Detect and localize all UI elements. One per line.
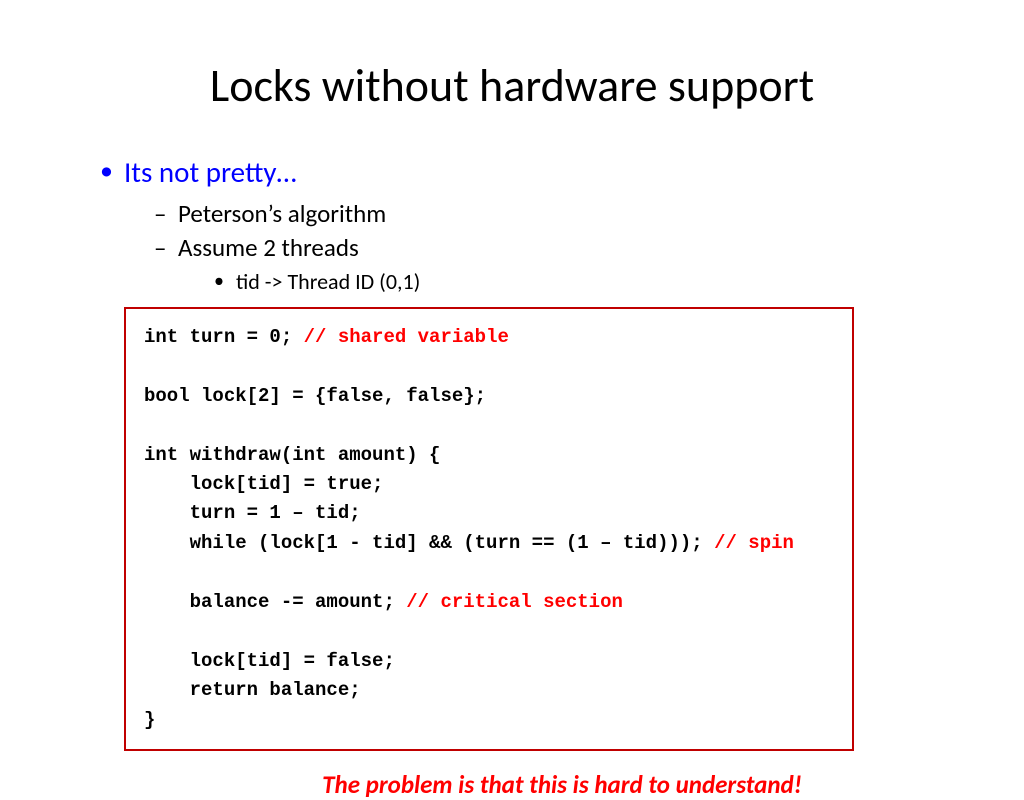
bullet-lvl1-0-text: Its not pretty…: [124, 154, 297, 190]
code-line-10a: balance -= amount;: [144, 591, 406, 613]
code-line-8a: while (lock[1 - tid] && (turn == (1 – ti…: [144, 532, 714, 554]
code-comment-1: // shared variable: [304, 326, 509, 348]
code-line-7: turn = 1 – tid;: [144, 502, 361, 524]
code-line-12: lock[tid] = false;: [144, 650, 395, 672]
bullet-list-lvl3: tid -> Thread ID (0,1): [178, 264, 964, 297]
slide-body: Its not pretty… Peterson’s algorithm Ass…: [0, 126, 1024, 800]
bullet-lvl2-1-text: Assume 2 threads: [178, 232, 359, 263]
bullet-lvl2-1: Assume 2 threads tid -> Thread ID (0,1): [154, 232, 964, 297]
code-block: int turn = 0; // shared variable bool lo…: [124, 307, 854, 751]
slide: Locks without hardware support Its not p…: [0, 0, 1024, 768]
bullet-lvl2-0: Peterson’s algorithm: [154, 198, 964, 230]
bullet-lvl1-0: Its not pretty… Peterson’s algorithm Ass…: [100, 154, 964, 297]
code-line-3: bool lock[2] = {false, false};: [144, 385, 486, 407]
code-comment-2: // spin: [714, 532, 794, 554]
bullet-list-lvl2: Peterson’s algorithm Assume 2 threads ti…: [124, 190, 964, 297]
code-comment-3: // critical section: [406, 591, 623, 613]
code-line-13: return balance;: [144, 679, 361, 701]
code-line-1a: int turn = 0;: [144, 326, 304, 348]
code-line-14: }: [144, 709, 155, 731]
bullet-list-lvl1: Its not pretty… Peterson’s algorithm Ass…: [100, 154, 964, 297]
code-line-6: lock[tid] = true;: [144, 473, 383, 495]
slide-title: Locks without hardware support: [0, 0, 1024, 126]
footnote-text: The problem is that this is hard to unde…: [100, 769, 964, 800]
code-line-5: int withdraw(int amount) {: [144, 444, 440, 466]
bullet-lvl3-0: tid -> Thread ID (0,1): [214, 268, 964, 297]
